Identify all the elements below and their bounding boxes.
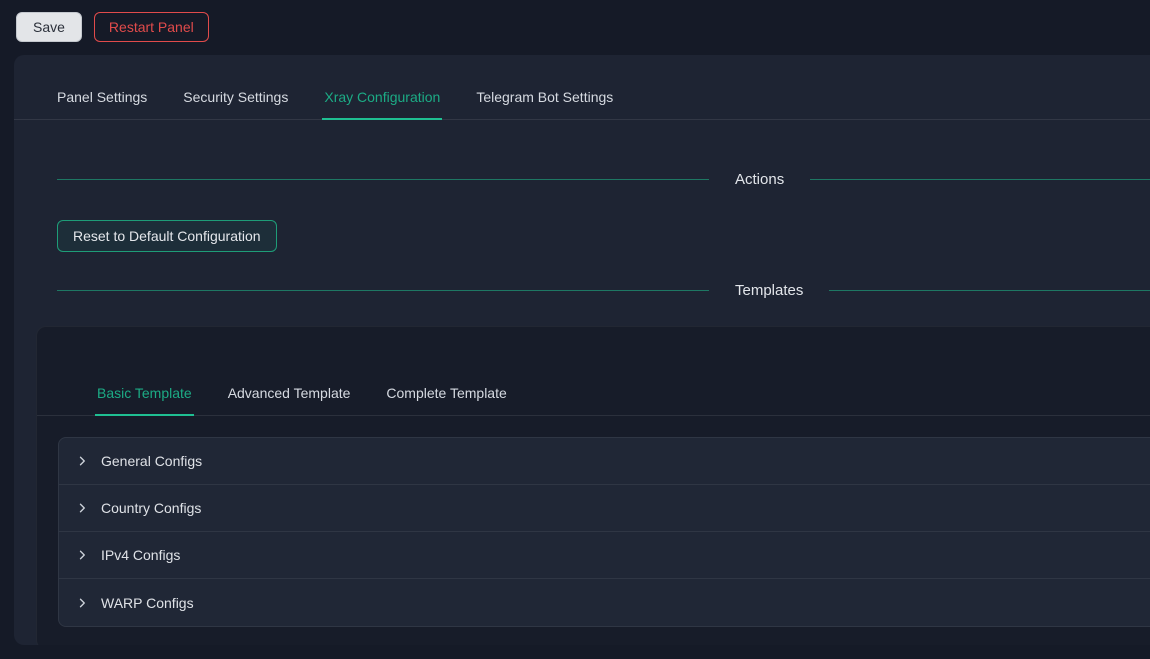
- save-button[interactable]: Save: [16, 12, 82, 42]
- divider-line: [810, 179, 1150, 180]
- actions-divider: Actions: [57, 171, 1150, 188]
- collapse-general-configs[interactable]: General Configs: [59, 438, 1150, 485]
- tab-telegram-bot-settings[interactable]: Telegram Bot Settings: [474, 77, 615, 120]
- chevron-right-icon: [76, 597, 88, 609]
- template-collapse-list: General Configs Country Configs IPv4 Con…: [58, 437, 1150, 627]
- tab-advanced-template[interactable]: Advanced Template: [226, 373, 353, 416]
- tab-security-settings[interactable]: Security Settings: [181, 77, 290, 120]
- tab-panel-settings[interactable]: Panel Settings: [55, 77, 149, 120]
- chevron-right-icon: [76, 549, 88, 561]
- divider-line: [57, 179, 709, 180]
- templates-panel: Basic Template Advanced Template Complet…: [36, 326, 1150, 645]
- collapse-label: General Configs: [101, 453, 202, 469]
- tab-xray-configuration[interactable]: Xray Configuration: [322, 77, 442, 120]
- collapse-label: IPv4 Configs: [101, 547, 180, 563]
- reset-default-config-button[interactable]: Reset to Default Configuration: [57, 220, 277, 252]
- settings-card: Panel Settings Security Settings Xray Co…: [14, 55, 1150, 645]
- collapse-country-configs[interactable]: Country Configs: [59, 485, 1150, 532]
- collapse-label: Country Configs: [101, 500, 201, 516]
- tab-basic-template[interactable]: Basic Template: [95, 373, 194, 416]
- collapse-label: WARP Configs: [101, 595, 194, 611]
- templates-divider-label: Templates: [735, 282, 803, 299]
- chevron-right-icon: [76, 502, 88, 514]
- actions-divider-label: Actions: [735, 171, 784, 188]
- collapse-ipv4-configs[interactable]: IPv4 Configs: [59, 532, 1150, 579]
- tab-complete-template[interactable]: Complete Template: [384, 373, 508, 416]
- chevron-right-icon: [76, 455, 88, 467]
- divider-line: [829, 290, 1150, 291]
- template-tabs: Basic Template Advanced Template Complet…: [37, 373, 1150, 416]
- divider-line: [57, 290, 709, 291]
- topbar: Save Restart Panel: [0, 0, 1150, 54]
- collapse-warp-configs[interactable]: WARP Configs: [59, 579, 1150, 626]
- settings-tabs: Panel Settings Security Settings Xray Co…: [14, 77, 1150, 120]
- templates-divider: Templates: [57, 282, 1150, 299]
- restart-panel-button[interactable]: Restart Panel: [94, 12, 209, 42]
